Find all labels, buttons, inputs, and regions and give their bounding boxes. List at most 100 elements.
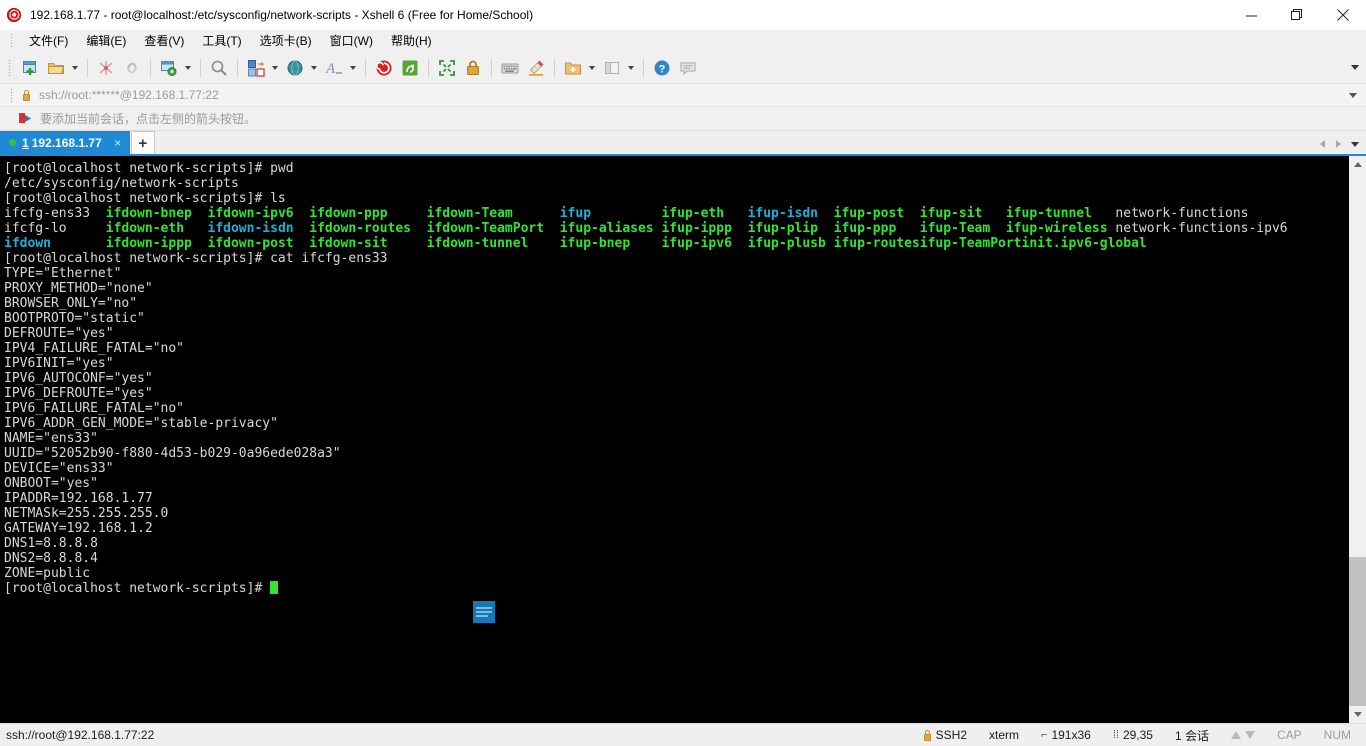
scrollbar-thumb[interactable] (1349, 556, 1366, 706)
terminal-file-entry: ifup-plip (747, 221, 834, 236)
terminal-line: DEVICE="ens33" (4, 461, 1348, 476)
terminal-text: DNS2=8.8.8.4 (4, 551, 98, 566)
terminal-file-entry: ifdown-post (207, 236, 310, 251)
terminal-file-entry: ifdown-eth (105, 221, 208, 236)
scrollbar-track[interactable] (1349, 173, 1366, 706)
terminal-line: DNS1=8.8.8.8 (4, 536, 1348, 551)
terminal-file-entry: ifdown (4, 236, 106, 251)
highlight-icon[interactable] (524, 56, 548, 80)
add-folder-dropdown-icon[interactable] (586, 56, 597, 80)
menu-view[interactable]: 查看(V) (135, 31, 193, 51)
toolbar-separator (491, 58, 492, 77)
address-input[interactable]: ssh://root:******@192.168.1.77:22 (39, 88, 219, 102)
scroll-tabs-left-icon[interactable] (1316, 136, 1329, 152)
terminal-line: GATEWAY=192.168.1.2 (4, 521, 1348, 536)
terminal-file-entry: ifdown-sit (309, 236, 427, 251)
terminal-file-entry: ifdown-ppp (309, 206, 427, 221)
new-session-icon[interactable] (18, 56, 42, 80)
tab-session-1[interactable]: 1 192.168.1.77 × (0, 131, 130, 154)
terminal-line: DEFROUTE="yes" (4, 326, 1348, 341)
address-bar[interactable]: ssh://root:******@192.168.1.77:22 (0, 84, 1366, 107)
open-folder-dropdown-icon[interactable] (69, 56, 80, 80)
disconnect-icon[interactable] (94, 56, 118, 80)
lock-icon[interactable] (461, 56, 485, 80)
toolbar-separator (200, 58, 201, 77)
chat-icon[interactable] (676, 56, 700, 80)
xftp-icon[interactable] (398, 56, 422, 80)
toolbar: A ? (0, 52, 1366, 84)
terminal-line: BOOTPROTO="static" (4, 311, 1348, 326)
terminal-text: DNS1=8.8.8.8 (4, 536, 98, 551)
terminal-prompt: [root@localhost network-scripts]# (4, 191, 271, 206)
minimize-button[interactable] (1228, 0, 1274, 30)
tab-close-icon[interactable]: × (112, 136, 124, 150)
keyboard-icon[interactable] (498, 56, 522, 80)
terminal-line: IPV6INIT="yes" (4, 356, 1348, 371)
menubar-grip[interactable] (10, 33, 14, 49)
terminal-file-entry: ifup-ippp (661, 221, 748, 236)
status-size-cell: ⌐ 191x36 (1030, 728, 1102, 742)
split-layout-dropdown-icon[interactable] (625, 56, 636, 80)
scroll-tabs-right-icon[interactable] (1332, 136, 1345, 152)
globe-dropdown-icon[interactable] (308, 56, 319, 80)
menu-tabs[interactable]: 选项卡(B) (251, 31, 321, 51)
toolbar-overflow-icon[interactable] (1348, 52, 1362, 83)
open-folder-icon[interactable] (44, 56, 68, 80)
addressbar-grip[interactable] (10, 87, 14, 103)
terminal-file-entry: ifdown-TeamPort (426, 221, 560, 236)
menu-edit[interactable]: 编辑(E) (77, 31, 135, 51)
terminal-line: ifcfg-lo ifdown-eth ifdown-isdn ifdown-r… (4, 221, 1348, 236)
status-size: 191x36 (1051, 728, 1091, 742)
compose-lines-icon[interactable] (473, 601, 495, 623)
menu-help[interactable]: 帮助(H) (382, 31, 441, 51)
help-icon[interactable]: ? (650, 56, 674, 80)
file-transfer-icon[interactable] (244, 56, 268, 80)
terminal-text: IPV6INIT="yes" (4, 356, 114, 371)
font-dropdown-icon[interactable] (347, 56, 358, 80)
xshell-icon[interactable] (372, 56, 396, 80)
tab-list-icon[interactable] (1348, 136, 1362, 152)
terminal-file-entry: ifup-TeamPort (919, 236, 1022, 251)
terminal-text: IPV6_FAILURE_FATAL="no" (4, 401, 185, 416)
properties-icon[interactable] (157, 56, 181, 80)
find-icon[interactable] (207, 56, 231, 80)
font-icon[interactable]: A (322, 56, 346, 80)
split-layout-icon[interactable] (600, 56, 624, 80)
terminal-line: /etc/sysconfig/network-scripts (4, 176, 1348, 191)
terminal-text: DEFROUTE="yes" (4, 326, 114, 341)
address-dropdown-icon[interactable] (1346, 84, 1360, 106)
status-protocol: SSH2 (935, 728, 967, 742)
tab-label: 192.168.1.77 (31, 135, 102, 150)
maximize-button[interactable] (1274, 0, 1320, 30)
menu-file[interactable]: 文件(F) (20, 31, 77, 51)
terminal-line: ONBOOT="yes" (4, 476, 1348, 491)
file-transfer-dropdown-icon[interactable] (269, 56, 280, 80)
terminal-output[interactable]: [root@localhost network-scripts]# pwd/et… (0, 156, 1348, 723)
terminal-text: TYPE="Ethernet" (4, 266, 122, 281)
globe-icon[interactable] (283, 56, 307, 80)
properties-dropdown-icon[interactable] (182, 56, 193, 80)
close-button[interactable] (1320, 0, 1366, 30)
terminal-file-entry: ifdown-isdn (207, 221, 310, 236)
scroll-up-icon[interactable] (1349, 156, 1366, 173)
terminal-command: ls (270, 191, 286, 206)
fullscreen-icon[interactable] (435, 56, 459, 80)
new-tab-button[interactable]: + (130, 131, 155, 154)
terminal-line: BROWSER_ONLY="no" (4, 296, 1348, 311)
terminal-prompt: [root@localhost network-scripts]# (4, 251, 271, 266)
terminal-text: NAME="ens33" (4, 431, 98, 446)
reconnect-icon[interactable] (120, 56, 144, 80)
terminal-file-entry: ifup-wireless (1005, 221, 1116, 236)
terminal-text: IPV4_FAILURE_FATAL="no" (4, 341, 185, 356)
menu-window[interactable]: 窗口(W) (321, 31, 382, 51)
toolbar-separator (87, 58, 88, 77)
terminal-scrollbar[interactable] (1348, 156, 1366, 723)
toolbar-grip[interactable] (8, 58, 12, 77)
menu-tools[interactable]: 工具(T) (193, 31, 250, 51)
terminal-cursor (270, 581, 279, 594)
cursor-position-icon: ⁞⁞ (1112, 729, 1119, 741)
toolbar-separator (428, 58, 429, 77)
add-folder-icon[interactable] (561, 56, 585, 80)
scroll-down-icon[interactable] (1349, 706, 1366, 723)
terminal-file-entry: ifcfg-ens33 (4, 206, 106, 221)
